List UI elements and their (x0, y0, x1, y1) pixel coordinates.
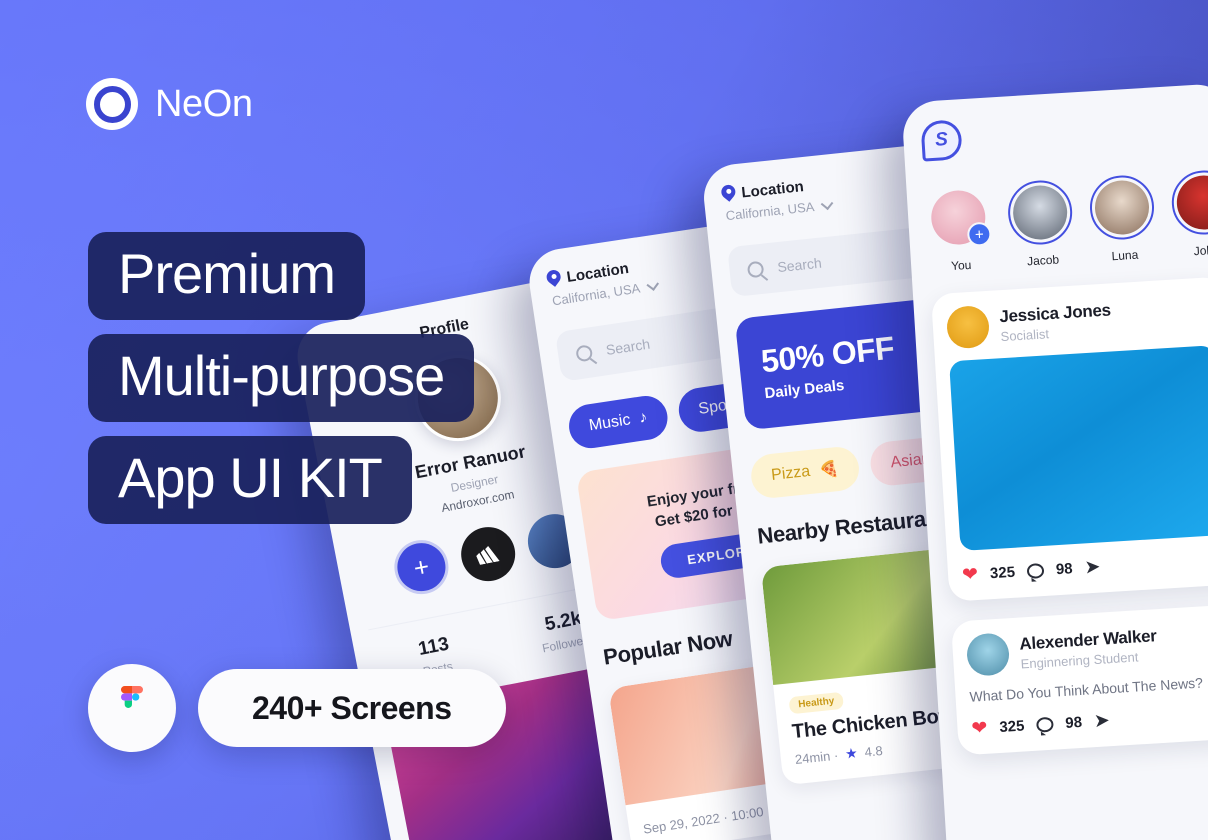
post-avatar[interactable] (945, 304, 991, 350)
food-card-time: 24min · (794, 747, 839, 768)
post-actions: ❤ 325 98 ➤ (971, 701, 1208, 740)
comment-icon[interactable] (1026, 562, 1045, 579)
send-icon[interactable]: ➤ (1093, 709, 1110, 733)
story-ring (1006, 178, 1075, 247)
phone-mockup-social: S + You Jacob Luna John Jessica Jones So… (901, 82, 1208, 840)
story-avatar (1011, 183, 1069, 242)
story-item-luna[interactable]: Luna (1088, 173, 1157, 265)
chat-bubble-icon: S (920, 119, 963, 162)
chevron-down-icon (820, 197, 834, 211)
headline-line-1: Premium (88, 232, 366, 320)
like-count: 325 (998, 717, 1025, 736)
target-ring-icon (86, 78, 138, 130)
chip-music[interactable]: Music ♪ (566, 393, 671, 452)
food-card-tag: Healthy (788, 691, 845, 715)
post-card-jessica: Jessica Jones Socialist ❤ 325 98 ➤ (930, 276, 1208, 602)
stat-posts-value: 113 (416, 633, 451, 660)
headline-stack: Premium Multi-purpose App UI KIT (88, 232, 475, 524)
comment-icon[interactable] (1035, 716, 1054, 733)
screens-count-label: 240+ Screens (252, 689, 452, 726)
chip-pizza[interactable]: Pizza 🍕 (749, 444, 862, 500)
events-location-title: Location (565, 259, 630, 286)
send-icon[interactable]: ➤ (1084, 556, 1101, 580)
location-pin-icon (721, 184, 737, 203)
events-search-placeholder: Search (604, 335, 652, 358)
food-location-title: Location (740, 177, 805, 202)
brand-logo: NeOn (86, 78, 253, 130)
comment-count: 98 (1064, 713, 1083, 732)
post-image (949, 345, 1208, 552)
food-search-placeholder: Search (776, 254, 823, 276)
post-card-alexender: Alexender Walker Enginnering Student Wha… (950, 603, 1208, 756)
story-avatar (1175, 173, 1208, 232)
story-name: John (1193, 242, 1208, 259)
heart-icon[interactable]: ❤ (961, 563, 979, 587)
adidas-icon[interactable] (456, 522, 520, 586)
pizza-icon: 🍕 (818, 460, 840, 480)
chevron-down-icon (646, 278, 659, 291)
comment-count: 98 (1055, 560, 1074, 579)
brand-name: NeOn (155, 82, 253, 125)
location-pin-icon (546, 269, 563, 289)
story-name: Luna (1111, 247, 1139, 264)
chip-music-label: Music (587, 411, 632, 435)
add-story-icon[interactable]: + (966, 221, 993, 247)
story-ring (1088, 173, 1156, 242)
story-avatar (1093, 178, 1151, 237)
post-avatar[interactable] (965, 632, 1011, 677)
screens-count-badge: 240+ Screens (198, 669, 506, 747)
headline-line-2: Multi-purpose (88, 334, 475, 422)
story-item-jacob[interactable]: Jacob (1006, 178, 1075, 270)
heart-icon[interactable]: ❤ (971, 717, 988, 741)
social-app-letter: S (934, 129, 949, 151)
post-actions: ❤ 325 98 ➤ (961, 548, 1208, 587)
story-name: Jacob (1026, 252, 1060, 269)
story-item-you[interactable]: + You (924, 184, 993, 275)
social-app-icon: S (920, 119, 963, 162)
post-text: What Do You Think About The News? (969, 674, 1204, 705)
story-ring (1169, 168, 1208, 237)
post-header: Alexender Walker Enginnering Student (965, 619, 1208, 677)
footer-badges: 240+ Screens (88, 664, 506, 752)
search-icon (746, 260, 765, 279)
figma-logo-icon (88, 664, 176, 752)
music-note-icon: ♪ (637, 408, 649, 427)
like-count: 325 (989, 563, 1016, 583)
post-header: Jessica Jones Socialist (945, 291, 1208, 350)
story-name: You (950, 257, 972, 274)
chip-pizza-label: Pizza (770, 462, 812, 484)
food-card-rating: 4.8 (863, 742, 884, 760)
star-icon: ★ (844, 744, 859, 762)
profile-add-button[interactable]: + (389, 535, 454, 599)
story-item-john[interactable]: John (1169, 168, 1208, 260)
stories-row: + You Jacob Luna John (924, 168, 1208, 275)
headline-line-3: App UI KIT (88, 436, 412, 524)
food-location-value: California, USA (725, 199, 816, 224)
search-icon (575, 344, 594, 363)
story-ring: + (924, 184, 993, 252)
